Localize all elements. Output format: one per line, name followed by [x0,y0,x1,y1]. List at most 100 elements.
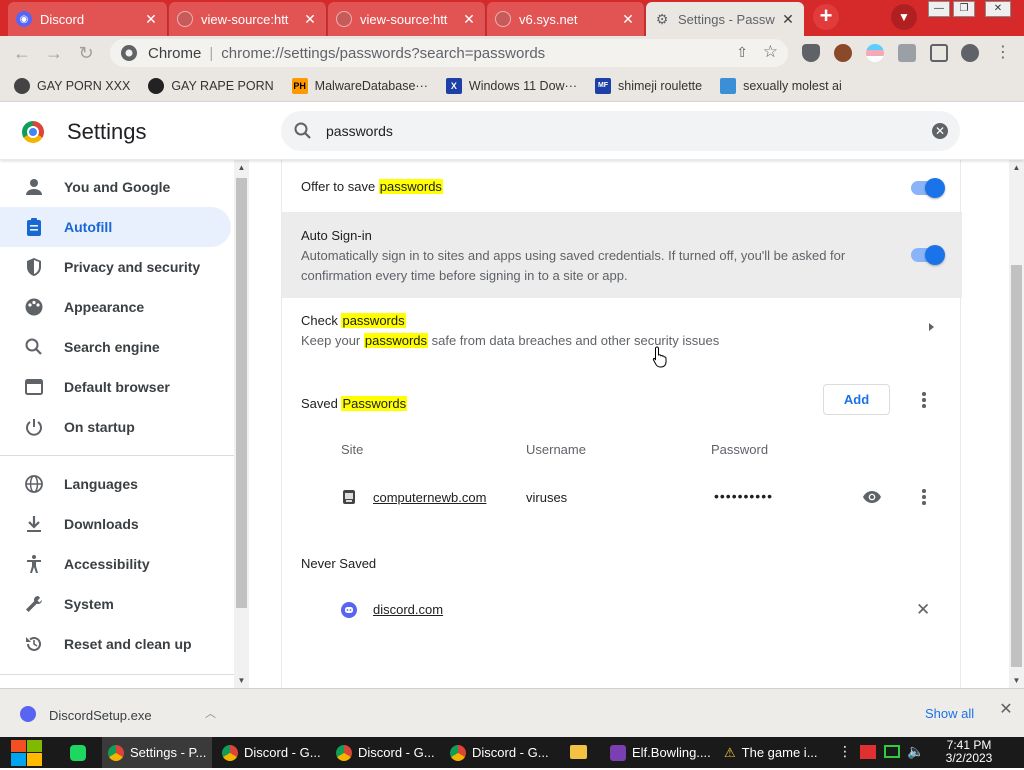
taskbar-item[interactable]: Elf.Bowling.... [604,737,712,768]
minimize-button[interactable]: — [928,1,950,17]
forward-button[interactable]: → [44,43,64,63]
tab-search-button[interactable]: ▼ [891,4,917,30]
bookmark-item[interactable]: MF shimeji roulette [595,77,702,94]
offer-to-save-row: Offer to save passwords [282,160,962,212]
sidebar-item-search-engine[interactable]: Search engine [0,327,231,367]
taskbar-item[interactable]: Settings - P... [102,737,212,768]
sidebar-item-accessibility[interactable]: Accessibility [0,544,231,584]
close-icon[interactable]: ✕ [998,702,1014,718]
bookmark-item[interactable]: sexually molest ai [720,77,842,94]
sidebar-item-privacy[interactable]: Privacy and security [0,247,231,287]
saved-password-masked: •••••••••• [714,488,774,504]
profile-extension-icon[interactable] [834,44,852,62]
auto-signin-row: Auto Sign-in Automatically sign in to si… [282,213,962,298]
bookmark-item[interactable]: GAY PORN XXX [14,77,130,94]
remove-exception-close-icon[interactable]: ✕ [916,600,930,620]
flag-extension-icon[interactable] [866,44,884,62]
close-icon[interactable]: ✕ [302,11,318,28]
bookmark-item[interactable]: X Windows 11 Dow··· [445,77,577,94]
x-icon: X [445,77,462,94]
taskbar-item[interactable]: Discord - G... [330,737,440,768]
download-filename[interactable]: DiscordSetup.exe [49,708,152,723]
close-icon[interactable]: ✕ [461,11,477,28]
accessibility-icon [22,552,46,576]
scroll-down-arrow[interactable]: ▼ [234,673,249,688]
new-tab-button[interactable]: + [813,4,839,30]
tab-settings[interactable]: ⚙ Settings - Passw ✕ [646,2,804,36]
sidebar-item-label: Accessibility [64,556,150,572]
overflow-icon[interactable]: ⋮ [838,743,852,760]
side-panel-icon[interactable] [930,44,948,62]
bookmark-star-icon[interactable]: ☆ [763,42,778,62]
scroll-up-arrow[interactable]: ▲ [1009,160,1024,175]
network-tray-icon[interactable] [884,745,900,758]
wrench-icon [22,592,46,616]
saved-site-link[interactable]: computernewb.com [373,490,486,505]
search-highlight: passwords [341,313,406,328]
close-icon[interactable]: ✕ [780,11,796,28]
never-saved-site-link[interactable]: discord.com [373,602,443,617]
chevron-up-icon[interactable]: ︿ [205,705,219,720]
volume-tray-icon[interactable]: 🔈 [907,743,924,760]
sidebar-item-languages[interactable]: Languages [0,464,231,504]
file-explorer-icon[interactable] [570,745,587,759]
ublock-extension-icon[interactable] [802,44,820,62]
tab-view-source-2[interactable]: view-source:htt ✕ [328,2,486,36]
offer-to-save-toggle[interactable] [911,178,945,198]
clipboard-icon [22,215,46,239]
sidebar-item-reset[interactable]: Reset and clean up [0,624,231,664]
scrollbar-thumb[interactable] [1011,265,1022,667]
taskbar-item[interactable]: Discord - G... [216,737,326,768]
tab-view-source-1[interactable]: view-source:htt ✕ [169,2,327,36]
sidebar-item-default-browser[interactable]: Default browser [0,367,231,407]
sidebar-item-label: Privacy and security [64,259,201,275]
scroll-down-arrow[interactable]: ▼ [1009,673,1024,688]
clear-search-icon[interactable]: ✕ [932,123,948,139]
sidebar-item-you-and-google[interactable]: You and Google [0,167,231,207]
add-password-button[interactable]: Add [823,384,890,415]
extensions-puzzle-icon[interactable] [898,44,916,62]
row-more-actions-icon[interactable] [914,487,934,507]
taskbar-item[interactable]: Discord - G... [444,737,554,768]
hand-cursor-icon [652,346,668,371]
bookmark-icon-2 [148,77,165,94]
taskbar-item-label: Elf.Bowling.... [632,745,711,760]
show-password-eye-icon[interactable] [862,487,882,510]
share-icon[interactable]: ⇧ [736,44,748,61]
taskbar-item[interactable]: ⚠ The game i... [718,737,826,768]
main-scrollbar[interactable]: ▲ ▼ [1009,160,1024,688]
flag-tray-icon[interactable] [860,745,876,759]
check-passwords-row[interactable]: Check passwords Keep your passwords safe… [282,298,962,360]
sidebar-item-label: System [64,596,114,612]
address-bar[interactable]: Chrome | chrome://settings/passwords?sea… [110,39,788,67]
chat-app-icon[interactable] [70,745,86,761]
show-all-downloads-link[interactable]: Show all [925,706,974,721]
profile-avatar-icon[interactable] [961,44,979,62]
close-window-button[interactable]: ✕ [985,1,1011,17]
chrome-menu-icon[interactable]: ⋮ [994,44,1012,62]
sidebar-item-label: On startup [64,419,135,435]
back-button[interactable]: ← [12,43,32,63]
tab-discord[interactable]: ◉ Discord ✕ [8,2,168,36]
bookmark-item[interactable]: GAY RAPE PORN [148,77,274,94]
taskbar-clock[interactable]: 7:41 PM 3/2/2023 [940,739,998,765]
sidebar-item-system[interactable]: System [0,584,231,624]
sidebar-item-on-startup[interactable]: On startup [0,407,231,447]
scroll-up-arrow[interactable]: ▲ [234,160,249,175]
more-actions-icon[interactable] [914,390,934,410]
close-icon[interactable]: ✕ [620,11,636,28]
settings-search-input[interactable]: passwords ✕ [281,111,960,151]
tab-v6-sys[interactable]: v6.sys.net ✕ [487,2,645,36]
close-icon[interactable]: ✕ [143,11,159,28]
sidebar-item-downloads[interactable]: Downloads [0,504,231,544]
reload-button[interactable]: ↻ [76,43,96,63]
scrollbar-thumb[interactable] [236,178,247,608]
bookmark-item[interactable]: PH MalwareDatabase··· [291,77,428,94]
restore-button[interactable]: ❐ [953,1,975,17]
auto-signin-toggle[interactable] [911,245,945,265]
sidebar-scrollbar[interactable]: ▲ ▼ [234,160,249,688]
taskbar-item-label: Discord - G... [472,745,549,760]
sidebar-item-appearance[interactable]: Appearance [0,287,231,327]
sidebar-item-autofill[interactable]: Autofill [0,207,231,247]
start-button[interactable] [10,739,43,767]
